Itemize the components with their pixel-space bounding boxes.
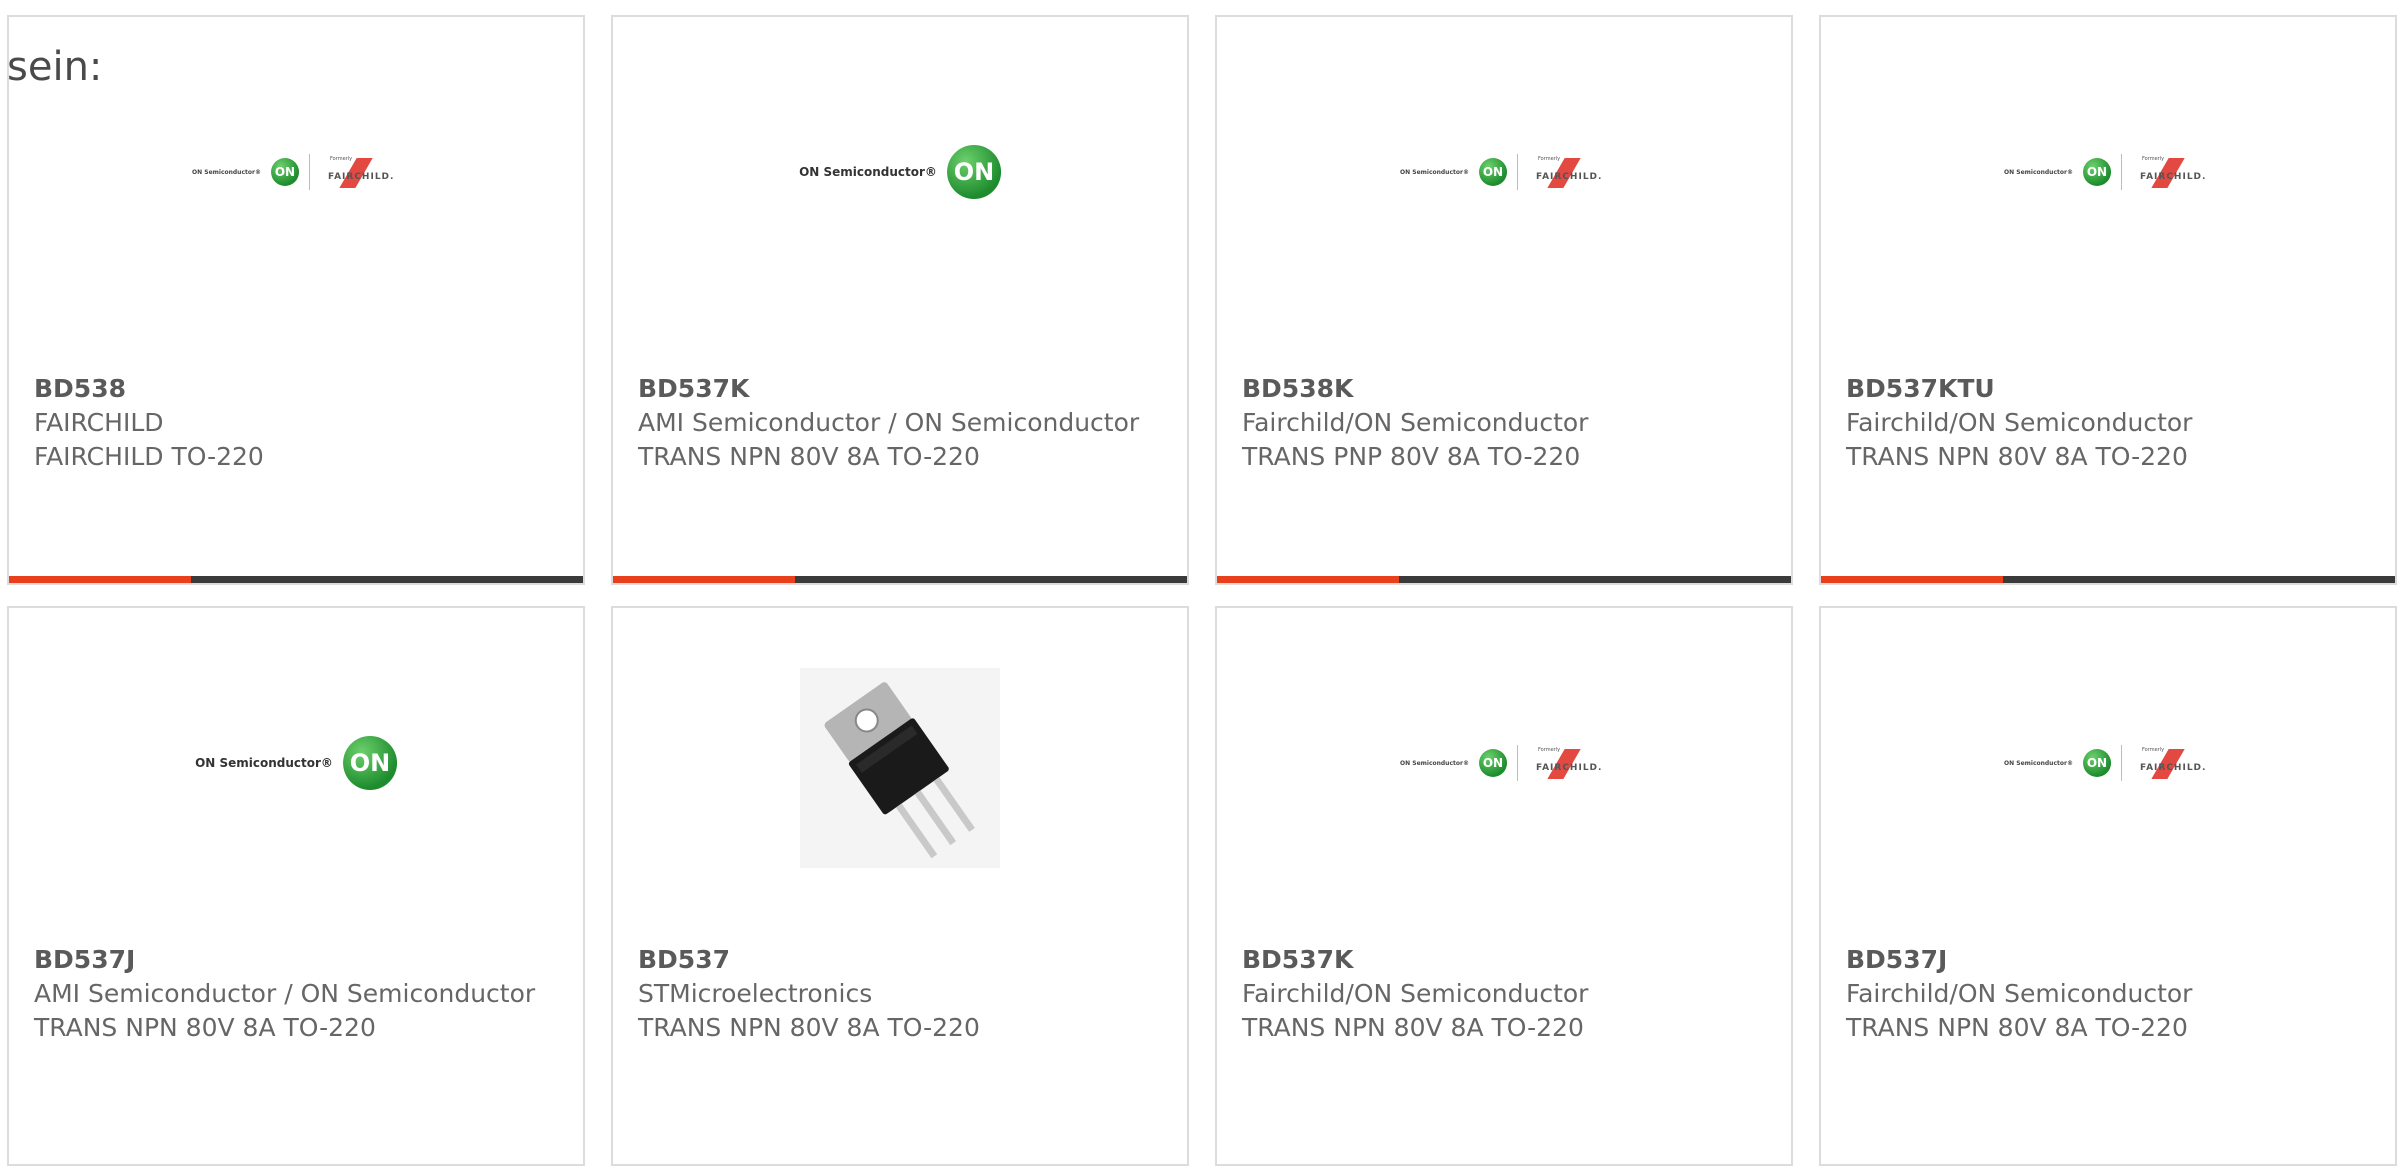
product-info: BD537K AMI Semiconductor / ON Semiconduc…: [638, 372, 1147, 474]
product-card[interactable]: BD537 STMicroelectronics TRANS NPN 80V 8…: [611, 606, 1189, 1166]
manufacturer: STMicroelectronics: [638, 979, 873, 1008]
product-info: BD537KTU Fairchild/ON Semiconductor TRAN…: [1846, 372, 2355, 474]
manufacturer: Fairchild/ON Semiconductor: [1846, 408, 2193, 437]
on-semi-fairchild-logo: ON Semiconductor® ON Formerly FAIRCHILD.: [2004, 154, 2212, 190]
part-number[interactable]: BD538K: [1242, 372, 1751, 406]
product-info: BD538 FAIRCHILD FAIRCHILD TO-220: [34, 372, 543, 474]
transistor-to220-image: [800, 668, 1000, 868]
manufacturer: Fairchild/ON Semiconductor: [1242, 408, 1589, 437]
description: TRANS NPN 80V 8A TO-220: [1846, 442, 2188, 471]
part-number[interactable]: BD537J: [34, 943, 543, 977]
description: TRANS NPN 80V 8A TO-220: [34, 1013, 376, 1042]
description: TRANS NPN 80V 8A TO-220: [1846, 1013, 2188, 1042]
card-bottom-bar: [1217, 576, 1791, 583]
product-image: ON Semiconductor® ON: [9, 608, 583, 938]
product-info: BD537 STMicroelectronics TRANS NPN 80V 8…: [638, 943, 1147, 1045]
part-number[interactable]: BD538: [34, 372, 543, 406]
manufacturer: AMI Semiconductor / ON Semiconductor: [34, 979, 536, 1008]
product-image: [613, 608, 1187, 938]
product-image: ON Semiconductor® ON: [613, 17, 1187, 347]
on-semiconductor-logo: ON Semiconductor® ON: [195, 736, 397, 790]
manufacturer: FAIRCHILD: [34, 408, 164, 437]
product-grid: sein: ON Semiconductor® ON Formerly FAIR…: [0, 0, 2400, 1166]
on-semi-fairchild-logo: ON Semiconductor® ON Formerly FAIRCHILD.: [192, 154, 400, 190]
part-number[interactable]: BD537K: [638, 372, 1147, 406]
on-semi-fairchild-logo: ON Semiconductor® ON Formerly FAIRCHILD.: [2004, 745, 2212, 781]
product-card[interactable]: ON Semiconductor® ON BD537J AMI Semicond…: [7, 606, 585, 1166]
manufacturer: Fairchild/ON Semiconductor: [1242, 979, 1589, 1008]
description: TRANS NPN 80V 8A TO-220: [1242, 1013, 1584, 1042]
product-card[interactable]: ON Semiconductor® ON Formerly FAIRCHILD.…: [1819, 606, 2397, 1166]
product-card[interactable]: ON Semiconductor® ON Formerly FAIRCHILD.…: [1215, 15, 1793, 585]
product-info: BD537J AMI Semiconductor / ON Semiconduc…: [34, 943, 543, 1045]
intro-text: sein:: [7, 44, 103, 90]
description: TRANS NPN 80V 8A TO-220: [638, 1013, 980, 1042]
part-number[interactable]: BD537K: [1242, 943, 1751, 977]
part-number[interactable]: BD537KTU: [1846, 372, 2355, 406]
product-card[interactable]: ON Semiconductor® ON Formerly FAIRCHILD.…: [1819, 15, 2397, 585]
on-semi-fairchild-logo: ON Semiconductor® ON Formerly FAIRCHILD.: [1400, 154, 1608, 190]
product-info: BD537J Fairchild/ON Semiconductor TRANS …: [1846, 943, 2355, 1045]
product-image: ON Semiconductor® ON Formerly FAIRCHILD.: [1217, 17, 1791, 347]
card-bottom-bar: [1821, 576, 2395, 583]
part-number[interactable]: BD537: [638, 943, 1147, 977]
product-image: ON Semiconductor® ON Formerly FAIRCHILD.: [1821, 608, 2395, 938]
product-card[interactable]: ON Semiconductor® ON BD537K AMI Semicond…: [611, 15, 1189, 585]
product-info: BD538K Fairchild/ON Semiconductor TRANS …: [1242, 372, 1751, 474]
description: TRANS NPN 80V 8A TO-220: [638, 442, 980, 471]
on-semi-fairchild-logo: ON Semiconductor® ON Formerly FAIRCHILD.: [1400, 745, 1608, 781]
on-semiconductor-logo: ON Semiconductor® ON: [799, 145, 1001, 199]
manufacturer: AMI Semiconductor / ON Semiconductor: [638, 408, 1140, 437]
product-card[interactable]: ON Semiconductor® ON Formerly FAIRCHILD.…: [1215, 606, 1793, 1166]
description: FAIRCHILD TO-220: [34, 442, 264, 471]
product-info: BD537K Fairchild/ON Semiconductor TRANS …: [1242, 943, 1751, 1045]
card-bottom-bar: [613, 576, 1187, 583]
product-image: ON Semiconductor® ON Formerly FAIRCHILD.: [1821, 17, 2395, 347]
product-card[interactable]: ON Semiconductor® ON Formerly FAIRCHILD.…: [7, 15, 585, 585]
description: TRANS PNP 80V 8A TO-220: [1242, 442, 1581, 471]
part-number[interactable]: BD537J: [1846, 943, 2355, 977]
manufacturer: Fairchild/ON Semiconductor: [1846, 979, 2193, 1008]
product-image: ON Semiconductor® ON Formerly FAIRCHILD.: [1217, 608, 1791, 938]
card-bottom-bar: [9, 576, 583, 583]
